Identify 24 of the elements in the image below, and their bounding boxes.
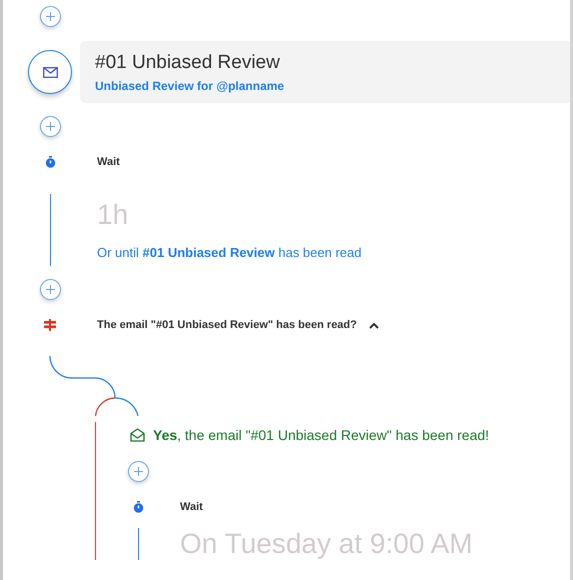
stopwatch-icon: [44, 156, 56, 168]
branch-yes-label: Yes, the email "#01 Unbiased Review" has been read!: [153, 427, 490, 443]
add-step-button[interactable]: [40, 278, 60, 300]
add-step-button[interactable]: [40, 6, 60, 26]
plus-icon: [134, 466, 142, 476]
wait-label: Wait: [180, 501, 204, 513]
plus-icon: [46, 284, 54, 294]
wait-label: Wait: [97, 156, 121, 168]
wait-condition: Or until #01 Unbiased Review has been read: [97, 244, 362, 260]
mail-icon: [42, 66, 58, 78]
email-subject: Unbiased Review for @planname: [95, 78, 286, 92]
signpost-icon: [44, 319, 56, 331]
plus-icon: [46, 122, 54, 130]
email-step-node[interactable]: [28, 50, 72, 94]
collapse-toggle[interactable]: [368, 322, 379, 328]
plus-icon: [46, 12, 54, 20]
condition-label: The email "#01 Unbiased Review" has been read?: [97, 319, 357, 331]
email-step-card[interactable]: #01 Unbiased Review Unbiased Review for @planname: [80, 41, 570, 103]
open-envelope-icon: [130, 428, 145, 442]
email-title: #01 Unbiased Review: [95, 52, 281, 74]
stopwatch-icon: [132, 501, 144, 513]
add-step-button[interactable]: [40, 116, 60, 136]
caret-icon: [368, 322, 379, 328]
add-step-button[interactable]: [128, 460, 148, 482]
